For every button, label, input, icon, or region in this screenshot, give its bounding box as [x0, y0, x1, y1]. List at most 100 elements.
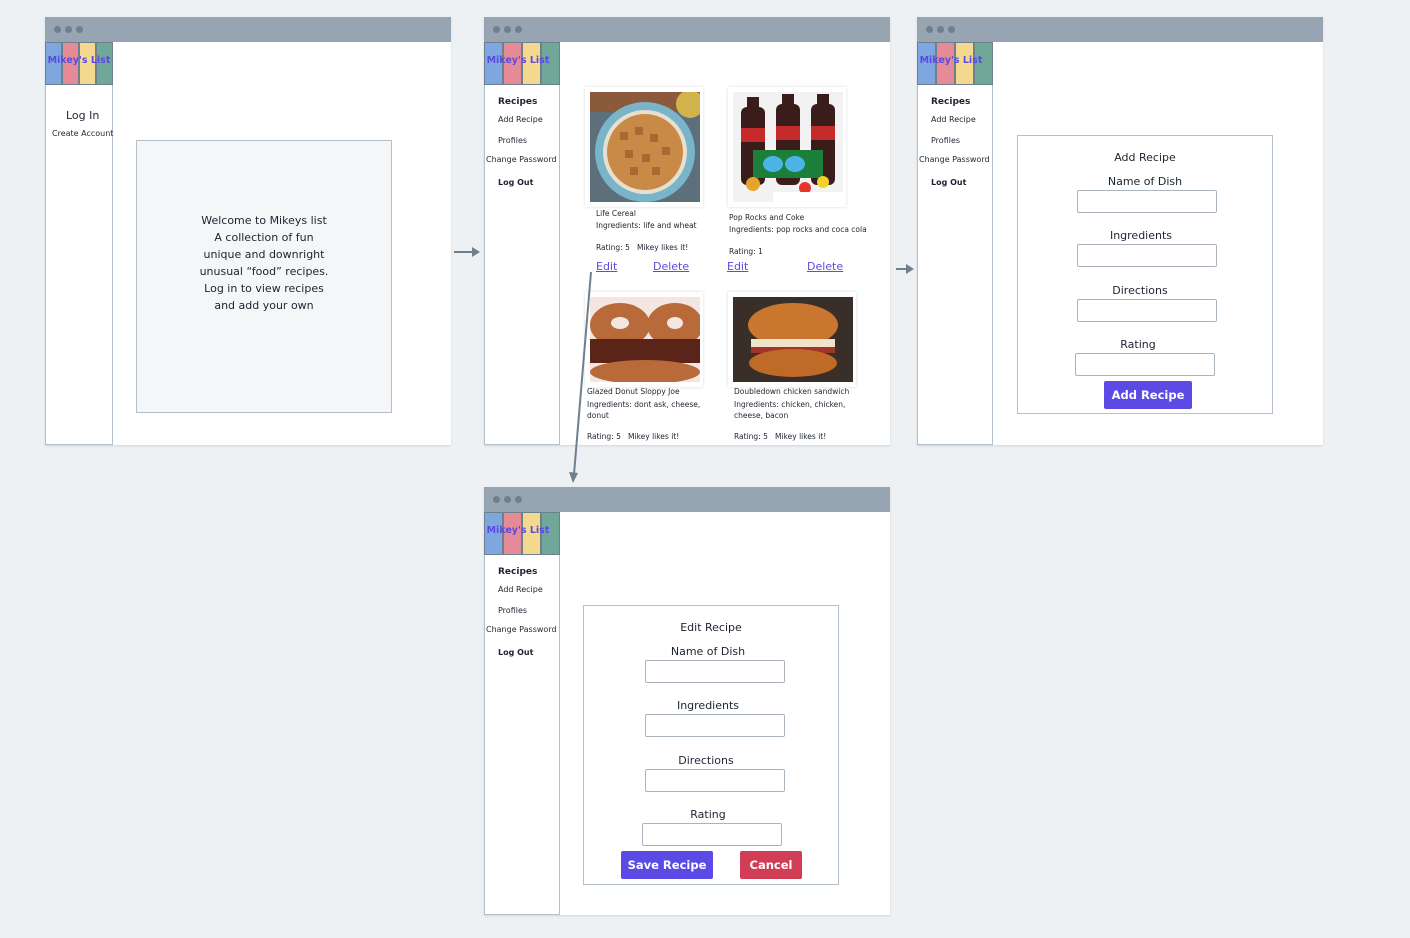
pop-rocks-coke-image — [733, 92, 843, 202]
edit-link[interactable]: Edit — [596, 260, 617, 273]
sidebar-item-change-password[interactable]: Change Password — [919, 155, 990, 164]
ingredients-label: Ingredients — [1109, 229, 1173, 242]
directions-label: Directions — [678, 754, 734, 767]
edit-link[interactable]: Edit — [727, 260, 748, 273]
app-logo[interactable]: Mikey's List — [917, 42, 993, 85]
recipe-name: Doubledown chicken sandwich — [734, 387, 850, 396]
cancel-button[interactable]: Cancel — [740, 851, 802, 879]
sidebar-item-profiles[interactable]: Profiles — [498, 606, 527, 615]
sidebar-item-profiles[interactable]: Profiles — [498, 136, 527, 145]
window-dot — [65, 26, 72, 33]
sidebar-item-recipes[interactable]: Recipes — [498, 567, 537, 577]
recipe-image-card[interactable] — [728, 87, 846, 207]
form-title: Edit Recipe — [680, 621, 742, 634]
window-dot — [948, 26, 955, 33]
name-of-dish-input[interactable] — [1077, 190, 1217, 213]
directions-input[interactable] — [645, 769, 785, 792]
recipe-rating: Rating: 1 — [729, 247, 763, 256]
delete-link[interactable]: Delete — [807, 260, 843, 273]
login-link[interactable]: Log In — [66, 109, 99, 122]
ingredients-input[interactable] — [1077, 244, 1217, 267]
flow-arrow — [569, 271, 592, 483]
welcome-line: A collection of fun — [214, 231, 314, 244]
recipe-likes: Mikey likes it! — [775, 432, 827, 441]
logo-text: Mikey's List — [486, 55, 550, 66]
window-titlebar — [45, 17, 451, 42]
ingredients-input[interactable] — [645, 714, 785, 737]
form-title: Add Recipe — [1114, 151, 1176, 164]
sidebar-item-change-password[interactable]: Change Password — [486, 625, 557, 634]
window-dot — [515, 496, 522, 503]
window-dot — [504, 496, 511, 503]
window-dot — [504, 26, 511, 33]
window-dot — [937, 26, 944, 33]
app-logo[interactable]: Mikey's List — [45, 42, 113, 85]
recipe-name: Pop Rocks and Coke — [729, 213, 805, 222]
login-window: Mikey's List Log In Create Account Welco… — [45, 17, 451, 445]
edit-recipe-form: Edit Recipe Name of Dish Ingredients Dir… — [583, 605, 839, 885]
app-logo[interactable]: Mikey's List — [484, 512, 560, 555]
welcome-line: and add your own — [214, 299, 314, 312]
add-recipe-button[interactable]: Add Recipe — [1104, 381, 1192, 409]
welcome-line: unique and downright — [203, 248, 325, 261]
sidebar — [45, 42, 113, 445]
rating-input[interactable] — [642, 823, 782, 846]
flow-arrow — [454, 247, 480, 257]
sidebar-item-profiles[interactable]: Profiles — [931, 136, 960, 145]
edit-recipe-window: Mikey's List Recipes Add Recipe Profiles… — [484, 487, 890, 915]
recipe-image-card[interactable] — [585, 292, 703, 387]
sidebar-item-recipes[interactable]: Recipes — [498, 97, 537, 107]
logo-text: Mikey's List — [919, 55, 983, 66]
recipe-name: Life Cereal — [596, 209, 636, 218]
rating-label: Rating — [690, 808, 726, 821]
sidebar-item-add-recipe[interactable]: Add Recipe — [498, 585, 543, 594]
window-dot — [515, 26, 522, 33]
window-dot — [54, 26, 61, 33]
chicken-sandwich-image — [733, 297, 853, 382]
sidebar-item-log-out[interactable]: Log Out — [498, 648, 533, 657]
welcome-panel: Welcome to Mikeys list A collection of f… — [136, 140, 392, 413]
recipe-rating: Rating: 5 — [596, 243, 630, 252]
sidebar-item-add-recipe[interactable]: Add Recipe — [498, 115, 543, 124]
recipe-name: Glazed Donut Sloppy Joe — [587, 387, 680, 396]
welcome-line: Welcome to Mikeys list — [201, 214, 327, 227]
sidebar-item-change-password[interactable]: Change Password — [486, 155, 557, 164]
recipe-ingredients: Ingredients: pop rocks and coca cola — [729, 225, 867, 234]
welcome-line: Log in to view recipes — [204, 282, 324, 295]
recipe-ingredients: Ingredients: life and wheat — [596, 221, 697, 230]
recipe-likes: Mikey likes it! — [628, 432, 680, 441]
cereal-bowl-image — [590, 92, 700, 202]
window-titlebar — [484, 17, 890, 42]
flow-arrow — [896, 264, 914, 274]
create-account-link[interactable]: Create Account — [52, 129, 113, 138]
recipe-rating: Rating: 5 — [734, 432, 768, 441]
sidebar-item-log-out[interactable]: Log Out — [931, 178, 966, 187]
welcome-text: Welcome to Mikeys list A collection of f… — [137, 212, 391, 314]
add-recipe-window: Mikey's List Recipes Add Recipe Profiles… — [917, 17, 1323, 445]
welcome-line: unusual “food” recipes. — [199, 265, 329, 278]
recipe-ingredients: Ingredients: dont ask, cheese, donut — [587, 400, 701, 420]
name-label: Name of Dish — [1107, 175, 1183, 188]
sidebar-item-log-out[interactable]: Log Out — [498, 178, 533, 187]
window-dot — [76, 26, 83, 33]
window-titlebar — [484, 487, 890, 512]
sidebar-item-recipes[interactable]: Recipes — [931, 97, 970, 107]
add-recipe-form: Add Recipe Name of Dish Ingredients Dire… — [1017, 135, 1273, 414]
rating-label: Rating — [1120, 338, 1156, 351]
delete-link[interactable]: Delete — [653, 260, 689, 273]
rating-input[interactable] — [1075, 353, 1215, 376]
directions-input[interactable] — [1077, 299, 1217, 322]
recipe-image-card[interactable] — [585, 87, 703, 207]
sidebar-item-add-recipe[interactable]: Add Recipe — [931, 115, 976, 124]
ingredients-label: Ingredients — [676, 699, 740, 712]
save-recipe-button[interactable]: Save Recipe — [621, 851, 713, 879]
window-dot — [493, 496, 500, 503]
window-dot — [493, 26, 500, 33]
app-logo[interactable]: Mikey's List — [484, 42, 560, 85]
directions-label: Directions — [1112, 284, 1168, 297]
name-of-dish-input[interactable] — [645, 660, 785, 683]
window-titlebar — [917, 17, 1323, 42]
recipes-window: Mikey's List Recipes Add Recipe Profiles… — [484, 17, 890, 445]
logo-text: Mikey's List — [486, 525, 550, 536]
recipe-image-card[interactable] — [728, 292, 856, 387]
